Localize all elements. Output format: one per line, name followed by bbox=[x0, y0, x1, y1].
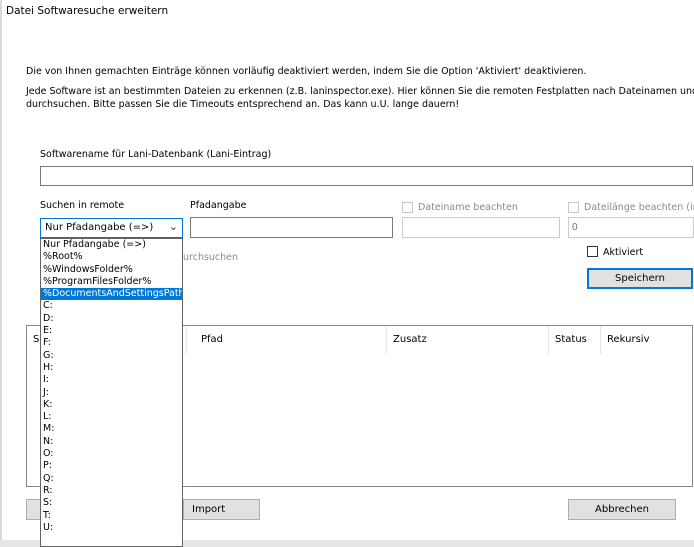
dropdown-option[interactable]: T: bbox=[41, 510, 182, 522]
dropdown-option[interactable]: O: bbox=[41, 448, 182, 460]
dropdown-option[interactable]: G: bbox=[41, 350, 182, 362]
rekursiv-label: urchsuchen bbox=[183, 252, 239, 263]
dropdown-option[interactable]: E: bbox=[41, 325, 182, 337]
dateilaenge-input[interactable] bbox=[568, 217, 694, 238]
dropdown-option[interactable]: P: bbox=[41, 460, 182, 472]
window-title: Datei Softwaresuche erweitern bbox=[6, 5, 169, 17]
suchen-select-value: Nur Pfadangabe (=>) bbox=[45, 222, 154, 233]
softwarename-input[interactable] bbox=[40, 166, 693, 186]
suchen-dropdown-list[interactable]: Nur Pfadangabe (=>) %Root% %WindowsFolde… bbox=[40, 238, 183, 547]
cancel-button[interactable]: Abbrechen bbox=[568, 499, 676, 520]
dropdown-option[interactable]: S: bbox=[41, 497, 182, 509]
dropdown-option[interactable]: D: bbox=[41, 313, 182, 325]
window-left-border bbox=[0, 0, 2, 547]
aktiviert-label: Aktiviert bbox=[603, 247, 644, 258]
dateiname-label: Dateiname beachten bbox=[418, 202, 518, 213]
dateilaenge-label: Dateilänge beachten (in bbox=[584, 202, 694, 213]
dateiname-input[interactable] bbox=[402, 217, 560, 238]
dropdown-option[interactable]: K: bbox=[41, 399, 182, 411]
suchen-label: Suchen in remote bbox=[40, 200, 125, 211]
import-button[interactable]: Import bbox=[183, 499, 260, 520]
dropdown-option[interactable]: %WindowsFolder% bbox=[41, 264, 182, 276]
column-header-status[interactable]: Status bbox=[549, 326, 601, 354]
intro-line-2: Jede Software ist an bestimmten Dateien … bbox=[26, 86, 694, 97]
dropdown-option[interactable]: Q: bbox=[41, 473, 182, 485]
dropdown-option[interactable]: L: bbox=[41, 411, 182, 423]
dropdown-option[interactable]: F: bbox=[41, 337, 182, 349]
dropdown-option[interactable]: R: bbox=[41, 485, 182, 497]
dateilaenge-checkbox[interactable] bbox=[568, 202, 579, 213]
intro-line-3: durchsuchen. Bitte passen Sie die Timeou… bbox=[26, 99, 460, 110]
save-button[interactable]: Speichern bbox=[587, 268, 693, 289]
dropdown-option[interactable]: N: bbox=[41, 436, 182, 448]
column-header-pfad[interactable]: Pfad bbox=[195, 326, 387, 354]
dropdown-option[interactable]: H: bbox=[41, 362, 182, 374]
column-header-zusatz[interactable]: Zusatz bbox=[387, 326, 549, 354]
pfad-label: Pfadangabe bbox=[190, 200, 247, 211]
column-header-rekursiv[interactable]: Rekursiv bbox=[601, 326, 671, 354]
suchen-select[interactable]: Nur Pfadangabe (=>) ⌄ bbox=[40, 218, 183, 238]
dropdown-option[interactable]: %ProgramFilesFolder% bbox=[41, 276, 182, 288]
dropdown-option-selected[interactable]: %DocumentsAndSettingsPath% bbox=[41, 288, 182, 301]
dateiname-checkbox[interactable] bbox=[402, 202, 413, 213]
chevron-down-icon[interactable]: ⌄ bbox=[169, 220, 178, 233]
softwarename-label: Softwarename für Lani-Datenbank (Lani-Ei… bbox=[40, 149, 272, 160]
dropdown-option[interactable]: M: bbox=[41, 423, 182, 435]
aktiviert-checkbox[interactable] bbox=[587, 246, 598, 257]
pfad-input[interactable] bbox=[190, 217, 393, 238]
intro-line-1: Die von Ihnen gemachten Einträge können … bbox=[26, 66, 587, 77]
dropdown-option[interactable]: %Root% bbox=[41, 251, 182, 263]
dropdown-option[interactable]: Nur Pfadangabe (=>) bbox=[41, 239, 182, 251]
dropdown-option[interactable]: J: bbox=[41, 387, 182, 399]
dropdown-option[interactable]: I: bbox=[41, 374, 182, 386]
dropdown-option[interactable]: C: bbox=[41, 300, 182, 312]
dropdown-option[interactable]: U: bbox=[41, 522, 182, 534]
